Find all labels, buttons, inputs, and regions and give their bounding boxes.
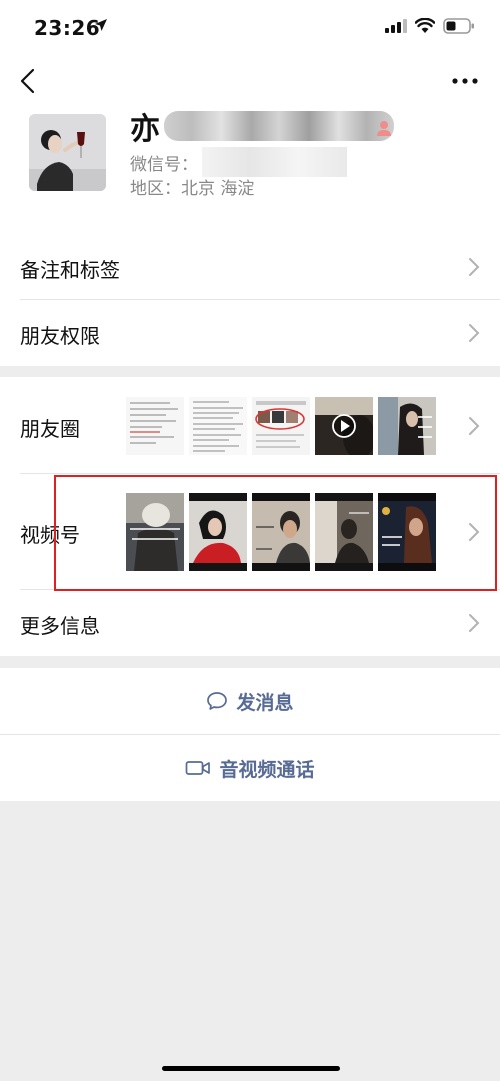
channel-thumbnail <box>378 493 436 571</box>
video-camera-icon <box>186 761 211 775</box>
chevron-right-icon <box>469 324 480 342</box>
home-indicator[interactable] <box>162 1066 340 1071</box>
send-message-button[interactable]: 发消息 <box>0 668 500 734</box>
region-text: 地区：北京 海淀 <box>130 179 255 199</box>
more-dots-icon[interactable] <box>450 68 480 94</box>
moment-thumbnail <box>252 397 310 455</box>
wechat-id-redacted-blur <box>202 147 347 177</box>
row-label: 朋友权限 <box>20 324 100 348</box>
battery-icon <box>443 18 474 34</box>
moments-thumbnails <box>126 397 436 455</box>
channel-thumbnail <box>189 493 247 571</box>
status-bar: 23:26 <box>0 0 500 56</box>
moment-thumbnail <box>378 397 436 455</box>
display-name: 亦 <box>130 106 394 147</box>
row-remarks-tags[interactable]: 备注和标签 <box>0 234 500 300</box>
row-label: 视频号 <box>20 523 80 547</box>
name-redacted-blur <box>164 111 394 141</box>
row-more-info[interactable]: 更多信息 <box>0 590 500 656</box>
row-label: 备注和标签 <box>20 258 120 282</box>
chevron-right-icon <box>469 614 480 632</box>
profile-header: 亦 微信号： 地区：北京 海淀 <box>0 106 500 234</box>
name-visible-text: 亦 <box>130 112 160 147</box>
moment-thumbnail <box>189 397 247 455</box>
send-message-label: 发消息 <box>236 691 294 714</box>
row-channels[interactable]: 视频号 <box>0 474 500 590</box>
moment-thumbnail <box>126 397 184 455</box>
wechat-id-label: 微信号： <box>130 154 198 175</box>
navigation-bar <box>0 56 500 106</box>
video-call-label: 音视频通话 <box>219 758 315 781</box>
row-label: 更多信息 <box>20 614 100 638</box>
cellular-signal-icon <box>385 19 407 33</box>
chat-bubble-icon <box>207 692 228 710</box>
channel-thumbnail <box>252 493 310 571</box>
wechat-id: 微信号： <box>130 147 347 177</box>
chevron-right-icon <box>469 523 480 541</box>
channels-thumbnails <box>126 493 436 571</box>
chevron-right-icon <box>469 417 480 435</box>
channel-thumbnail <box>126 493 184 571</box>
chevron-right-icon <box>469 258 480 276</box>
channel-thumbnail <box>315 493 373 571</box>
location-arrow-icon <box>95 19 107 31</box>
row-friend-permissions[interactable]: 朋友权限 <box>0 300 500 366</box>
row-moments[interactable]: 朋友圈 <box>0 377 500 474</box>
wifi-icon <box>415 18 435 33</box>
person-icon <box>377 121 391 136</box>
avatar[interactable] <box>29 114 106 191</box>
status-time: 23:26 <box>34 16 101 40</box>
row-label: 朋友圈 <box>20 417 80 441</box>
chevron-left-icon[interactable] <box>14 66 44 96</box>
video-call-button[interactable]: 音视频通话 <box>0 735 500 801</box>
moment-thumbnail <box>315 397 373 455</box>
